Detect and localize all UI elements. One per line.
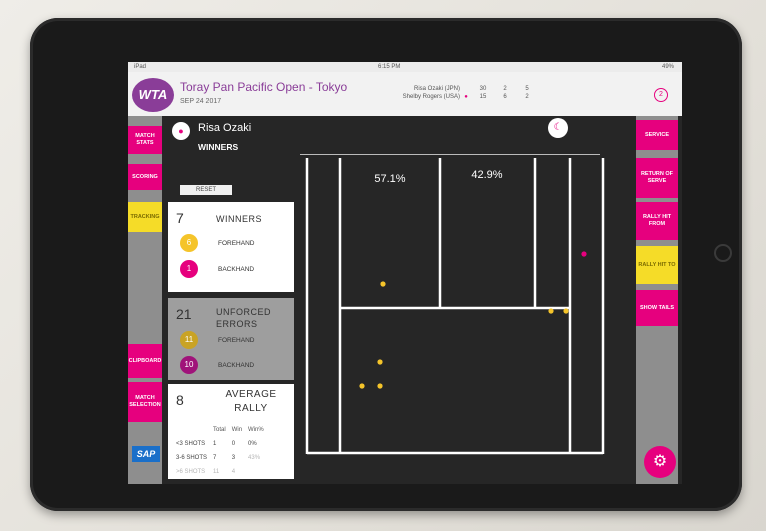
shot-markers [359, 251, 587, 389]
rally-table-header: Total Win Win% [174, 424, 266, 436]
shot-marker[interactable] [563, 308, 569, 314]
notification-badge[interactable]: 2 [654, 88, 668, 102]
game-score: 15 [479, 94, 487, 100]
shot-marker[interactable] [377, 359, 383, 365]
table-row: >6 SHOTS 11 4 [174, 466, 266, 478]
score-row: Shelby Rogers (USA) ● 15 6 2 [390, 94, 538, 102]
tournament-name: Toray Pan Pacific Open - Tokyo [180, 80, 348, 94]
pct-cell: 43% [248, 455, 261, 461]
win-cell: 0 [231, 441, 236, 447]
wta-logo: WTA [132, 78, 174, 112]
battery-level: 49% [661, 64, 674, 70]
rally-count: 8 [176, 392, 184, 408]
row-label: 3-6 SHOTS [176, 455, 208, 461]
backhand-label: BACKHAND [218, 362, 255, 369]
set-score: 6 [503, 94, 507, 100]
set-score: 2 [525, 94, 529, 100]
reset-button[interactable]: RESET [180, 185, 232, 195]
left-nav: MATCH STATS SCORING TRACKING CLIPBOARD M… [128, 116, 162, 484]
moon-icon[interactable]: ☾ [548, 118, 568, 138]
app-screen: iPad 6:15 PM 49% WTA Toray Pan Pacific O… [128, 62, 682, 484]
pct-cell: 0% [248, 441, 257, 447]
sap-logo: SAP [132, 446, 160, 462]
win-cell: 3 [231, 455, 236, 461]
shot-marker[interactable] [377, 383, 383, 389]
set-score: 5 [525, 86, 529, 92]
rally-label: AVERAGE RALLY [225, 389, 277, 414]
rally-hit-from-button[interactable]: RALLY HIT FROM [636, 202, 678, 240]
shot-marker[interactable] [548, 308, 554, 314]
show-tails-button[interactable]: SHOW TAILS [636, 290, 678, 326]
right-nav: SERVICE RETURN OF SERVE RALLY HIT FROM R… [636, 116, 678, 484]
status-bar: iPad 6:15 PM 49% [128, 62, 682, 72]
match-header: WTA Toray Pan Pacific Open - Tokyo SEP 2… [128, 72, 682, 116]
column-header: Total [213, 427, 226, 433]
win-cell: 4 [231, 469, 236, 475]
table-row: <3 SHOTS 1 0 0% [174, 438, 266, 450]
game-score: 30 [479, 86, 487, 92]
row-label: >6 SHOTS [176, 469, 206, 475]
settings-gear-icon[interactable]: ⚙ [644, 446, 676, 478]
service-button[interactable]: SERVICE [636, 120, 678, 150]
match-date: SEP 24 2017 [180, 98, 222, 105]
winners-label: WINNERS [216, 214, 262, 224]
score-row: Risa Ozaki (JPN) 30 2 5 [390, 86, 538, 94]
player-avatar-icon: ● [172, 122, 190, 140]
player-name: Shelby Rogers (USA) [402, 94, 460, 100]
scoreboard: Risa Ozaki (JPN) 30 2 5 Shelby Rogers (USA)… [390, 86, 538, 102]
player-name: Risa Ozaki (JPN) [413, 86, 460, 92]
shot-marker[interactable] [380, 281, 386, 287]
header-divider [300, 154, 600, 155]
ipad-device: iPad 6:15 PM 49% WTA Toray Pan Pacific O… [30, 18, 742, 511]
match-selection-button[interactable]: MATCH SELECTION [128, 382, 162, 422]
total-cell: 1 [213, 441, 217, 447]
forehand-label: FOREHAND [218, 337, 255, 344]
clock: 6:15 PM [378, 64, 401, 70]
tennis-court[interactable]: 57.1% 42.9% [305, 158, 605, 458]
column-header: Win [231, 427, 243, 433]
total-cell: 11 [213, 469, 220, 475]
shot-marker[interactable] [359, 383, 365, 389]
unforced-errors-card[interactable]: 21 UNFORCED ERRORS 11 FOREHAND 10 BACKHA… [168, 298, 294, 380]
scoring-button[interactable]: SCORING [128, 164, 162, 190]
forehand-winners-count: 6 [180, 234, 198, 252]
set-score: 2 [503, 86, 507, 92]
return-of-serve-button[interactable]: RETURN OF SERVE [636, 158, 678, 198]
backhand-winners-count: 1 [180, 260, 198, 278]
winners-count: 7 [176, 210, 184, 226]
winners-card[interactable]: 7 WINNERS 6 FOREHAND 1 BACKHAND [168, 202, 294, 292]
left-zone-percentage: 57.1% [374, 173, 405, 185]
serve-indicator: ● [464, 94, 468, 100]
total-cell: 7 [213, 455, 217, 461]
pct-cell [246, 466, 266, 478]
right-zone-percentage: 42.9% [471, 169, 502, 181]
player-name-title: Risa Ozaki [198, 122, 252, 134]
home-button[interactable] [714, 244, 732, 262]
forehand-label: FOREHAND [218, 240, 255, 247]
backhand-label: BACKHAND [218, 266, 255, 273]
unforced-label: UNFORCED ERRORS [216, 307, 271, 329]
average-rally-card[interactable]: 8 AVERAGE RALLY Total Win Win% <3 SHOTS … [168, 384, 294, 479]
table-row: 3-6 SHOTS 7 3 43% [174, 452, 266, 464]
stat-title: WINNERS [198, 142, 239, 152]
shot-marker[interactable] [581, 251, 587, 257]
match-stats-button[interactable]: MATCH STATS [128, 126, 162, 154]
clipboard-button[interactable]: CLIPBOARD [128, 344, 162, 378]
rally-hit-to-button[interactable]: RALLY HIT TO [636, 246, 678, 284]
tracking-button[interactable]: TRACKING [128, 202, 162, 232]
column-header: Win% [248, 427, 264, 433]
rally-table: Total Win Win% <3 SHOTS 1 0 0% 3-6 SHOTS… [172, 422, 268, 480]
backhand-errors-count: 10 [180, 356, 198, 374]
device-label: iPad [134, 64, 147, 70]
unforced-count: 21 [176, 306, 192, 322]
row-label: <3 SHOTS [176, 441, 206, 447]
forehand-errors-count: 11 [180, 331, 198, 349]
